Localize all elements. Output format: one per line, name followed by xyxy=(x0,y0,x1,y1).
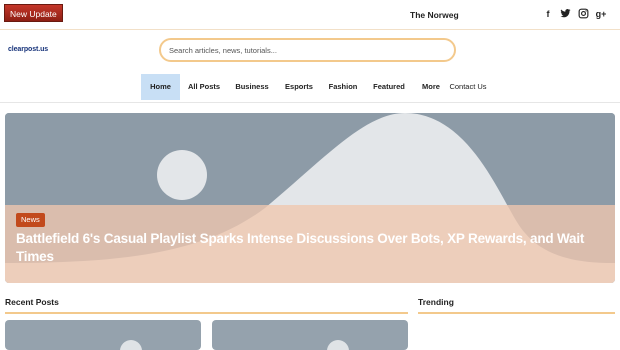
featured-post-hero[interactable]: News Battlefield 6's Casual Playlist Spa… xyxy=(5,113,615,283)
trending-divider xyxy=(418,312,615,314)
card-image-placeholder xyxy=(120,340,142,350)
nav-item-fashion[interactable]: Fashion xyxy=(326,74,360,100)
nav-item-esports[interactable]: Esports xyxy=(281,74,317,100)
recent-post-card[interactable] xyxy=(5,320,201,350)
site-header: clearpost.us xyxy=(0,30,620,70)
nav-item-contact-us[interactable]: Contact Us xyxy=(447,74,489,100)
search-input[interactable] xyxy=(169,44,439,56)
google-plus-icon[interactable]: g+ xyxy=(595,8,607,20)
main-nav: Home All Posts Business Esports Fashion … xyxy=(0,72,620,103)
recent-posts-divider xyxy=(5,312,408,314)
twitter-icon[interactable] xyxy=(560,8,572,20)
recent-post-card[interactable] xyxy=(212,320,408,350)
nav-item-featured[interactable]: Featured xyxy=(370,74,408,100)
post-category-tag[interactable]: News xyxy=(16,213,45,227)
new-update-badge[interactable]: New Update xyxy=(4,4,63,22)
nav-item-more[interactable]: More xyxy=(419,74,443,100)
recent-posts-heading: Recent Posts xyxy=(5,297,59,307)
card-image-placeholder xyxy=(327,340,349,350)
nav-item-business[interactable]: Business xyxy=(232,74,272,100)
hero-post-title[interactable]: Battlefield 6's Casual Playlist Sparks I… xyxy=(16,230,606,266)
instagram-icon[interactable] xyxy=(578,8,590,20)
trending-heading: Trending xyxy=(418,297,454,307)
news-ticker[interactable]: The Norweg xyxy=(410,10,459,20)
search-box[interactable] xyxy=(159,38,456,62)
nav-item-all-posts[interactable]: All Posts xyxy=(185,74,223,100)
facebook-icon[interactable]: f xyxy=(542,8,554,20)
top-bar: New Update The Norweg f g+ xyxy=(0,0,620,30)
nav-item-home[interactable]: Home xyxy=(141,74,180,100)
site-logo[interactable]: clearpost.us xyxy=(8,46,48,53)
